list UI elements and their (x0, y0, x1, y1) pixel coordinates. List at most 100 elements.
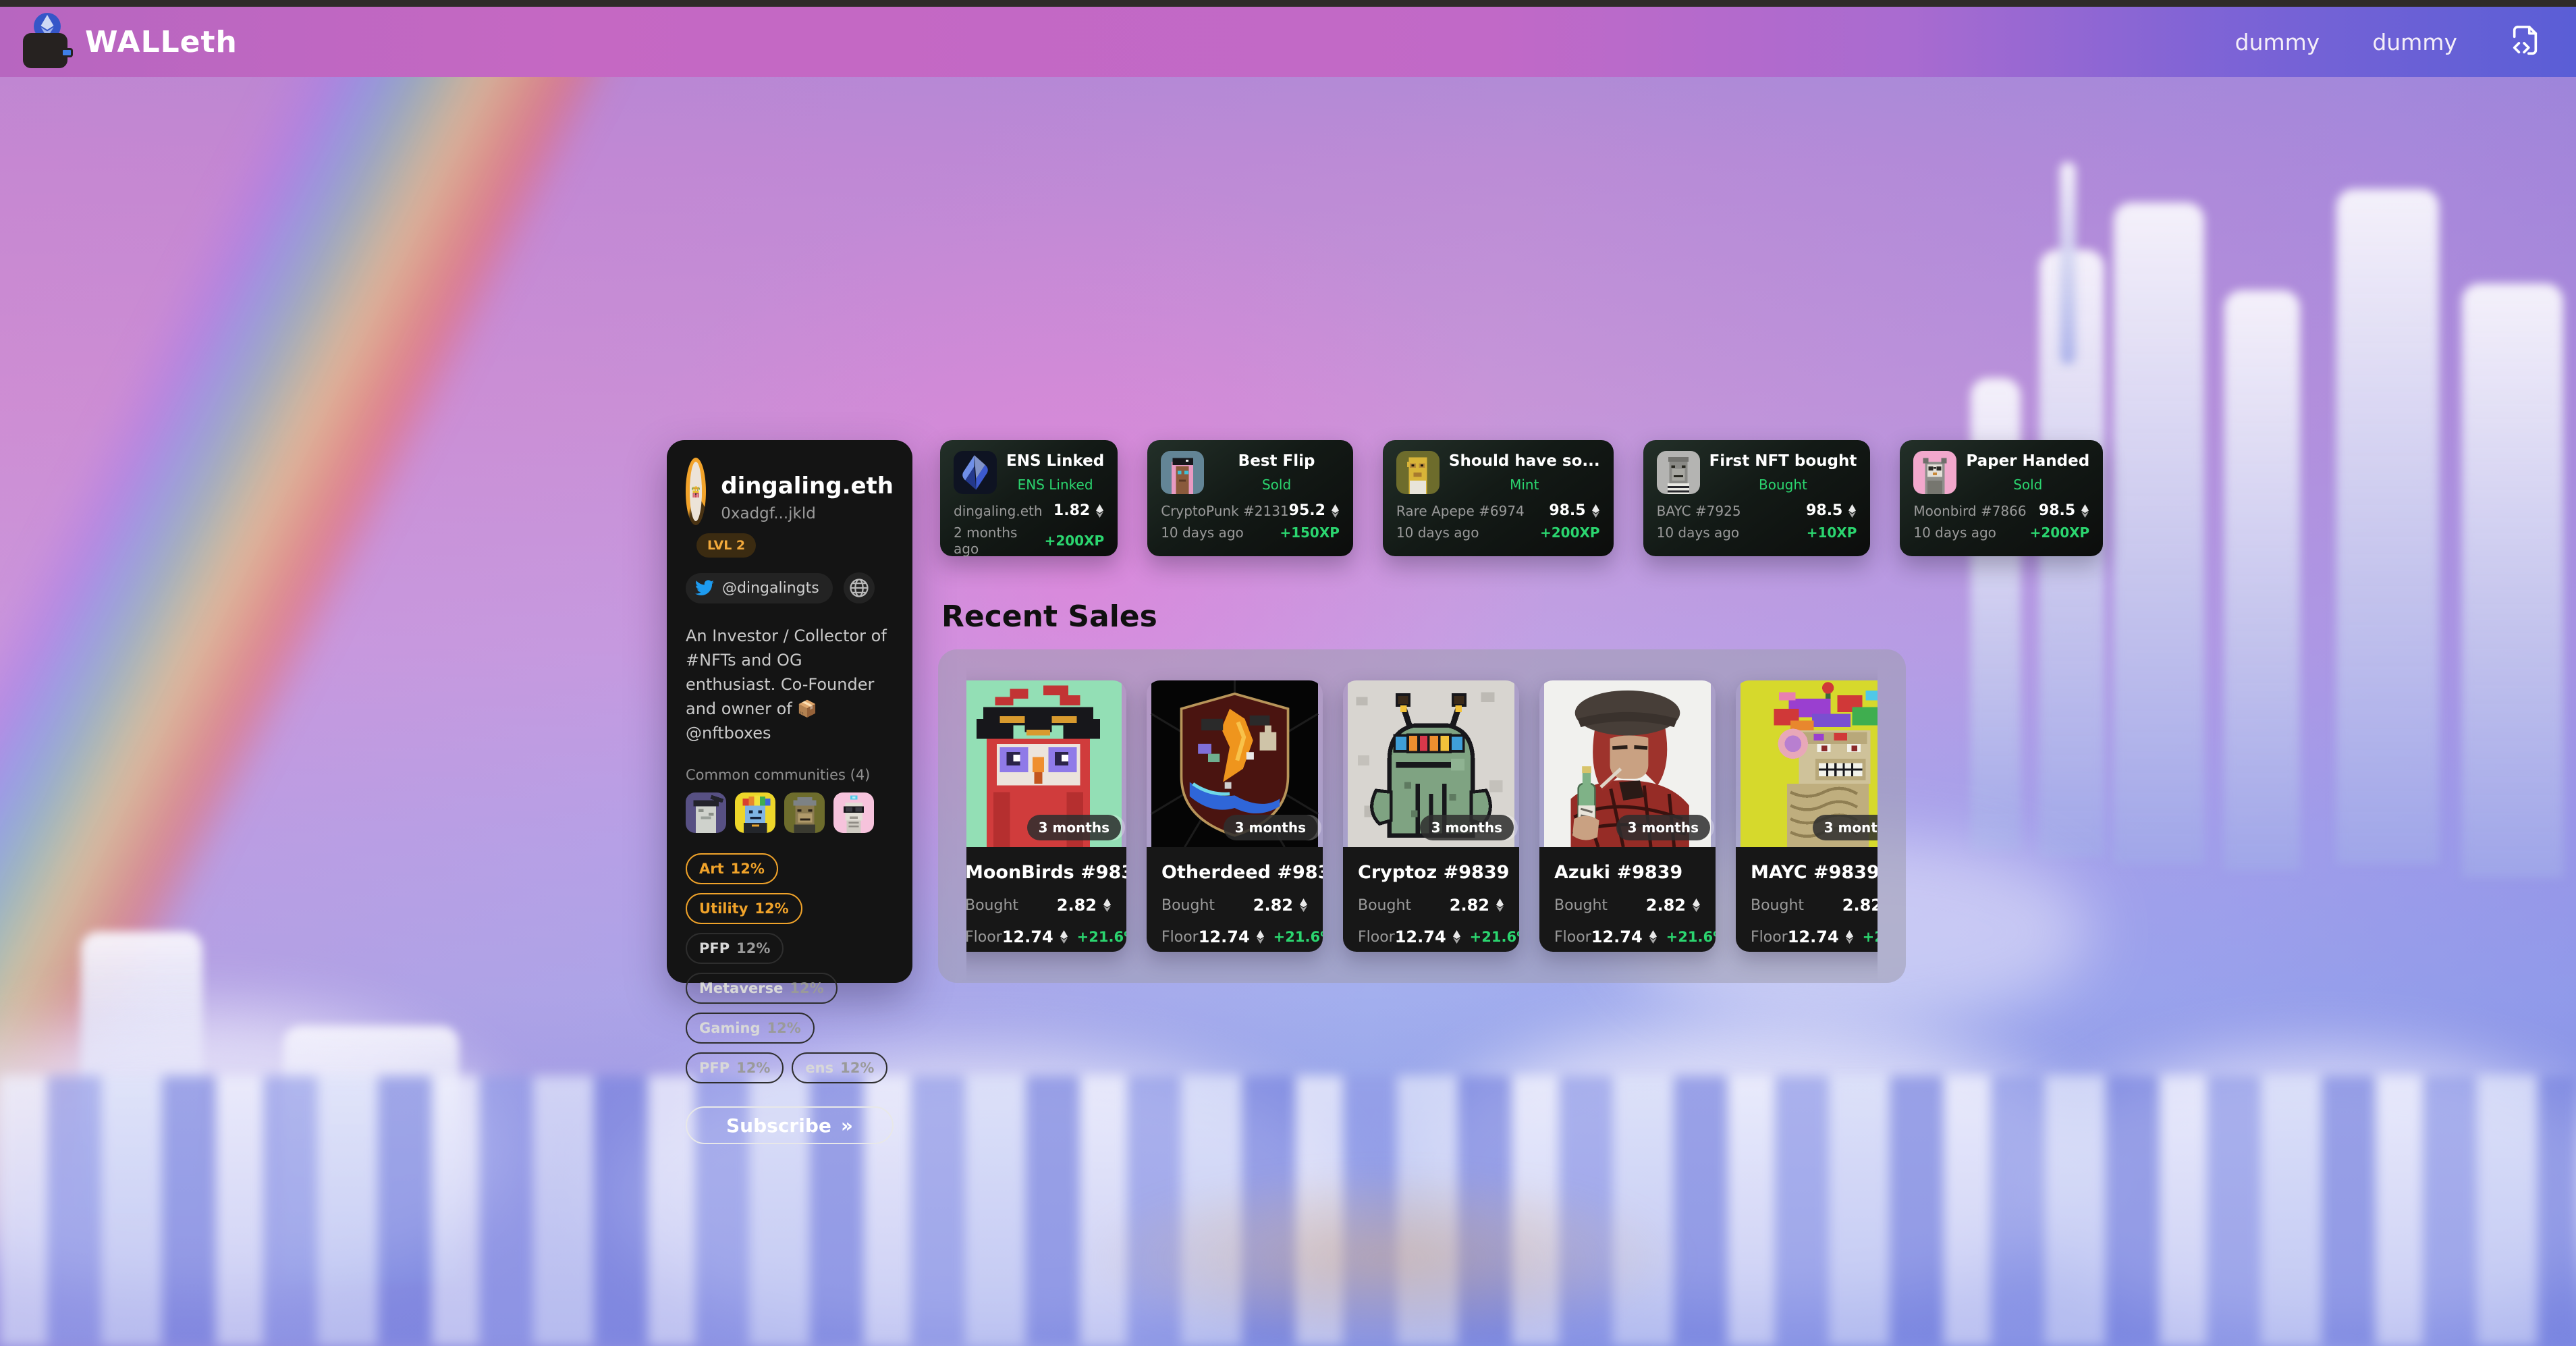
brand[interactable]: WALLeth (23, 13, 238, 71)
wallet-address[interactable]: 0xadgf...jkld (721, 505, 894, 522)
badge-value: 98.5 (1549, 502, 1585, 519)
sales-carousel[interactable]: 3 months MoonBirds #9839 Bought 2.82 Flo… (966, 649, 1878, 983)
community-avatar-rainbow[interactable] (735, 792, 775, 833)
sale-card-mayc[interactable]: 3 months MAYC #9839 Bought 2.82 Floor 12… (1736, 680, 1878, 952)
period-badge: 3 months (1027, 815, 1121, 840)
floor-change: +21.6% (1666, 929, 1716, 945)
subscribe-button[interactable]: Subscribe » (686, 1106, 894, 1144)
communities-row (686, 792, 894, 833)
tag-gaming[interactable]: Gaming12% (686, 1013, 815, 1044)
badge-time: 10 days ago (1657, 524, 1740, 541)
profile-bio: An Investor / Collector of #NFTs and OG … (686, 624, 894, 745)
badge-item: dingaling.eth (954, 503, 1043, 519)
website-button[interactable] (844, 572, 875, 603)
city-tower (2336, 189, 2439, 864)
tag-pct: 12% (736, 940, 770, 957)
badge-value: 95.2 (1289, 502, 1325, 519)
tag-label: PFP (699, 1060, 730, 1076)
floor-value: 12.74 (1591, 927, 1643, 946)
sale-name: MoonBirds #9839 (966, 862, 1112, 883)
badge-title: Best Flip (1213, 452, 1340, 470)
globe-icon (849, 578, 869, 598)
floor-value: 12.74 (1788, 927, 1839, 946)
badge-time: 2 months ago (954, 524, 1045, 557)
floor-change: +21.6% (1470, 929, 1519, 945)
cryptopunk-thumbnail (1161, 451, 1204, 494)
floor-label: Floor (1751, 929, 1788, 946)
badge-title: Should have so... (1449, 452, 1600, 470)
badge-card-paper-handed[interactable]: Paper Handed Sold Moonbird #7866 98.5 10… (1900, 440, 2103, 556)
city-tower (2462, 284, 2563, 878)
tag-label: ens (805, 1060, 833, 1076)
community-avatar-skeleton[interactable] (833, 792, 874, 833)
city-structure (283, 1026, 459, 1283)
badge-card-best-flip[interactable]: Best Flip Sold CryptoPunk #2131 95.2 10 … (1147, 440, 1353, 556)
sale-name: MAYC #9839 (1751, 862, 1878, 883)
page: WALLeth dummy dummy (0, 0, 2576, 1346)
period-badge: 3 months (1420, 815, 1514, 840)
twitter-handle: @dingalingts (722, 580, 819, 597)
rainbow-band (0, 0, 654, 1243)
nav-link-2[interactable]: dummy (2372, 29, 2457, 55)
badge-card-first-nft[interactable]: First NFT bought Bought BAYC #7925 98.5 … (1643, 440, 1871, 556)
eth-icon (1649, 930, 1657, 944)
badge-title: Paper Handed (1966, 452, 2089, 470)
profile-name: dingaling.eth (721, 473, 894, 500)
badge-status: Sold (1213, 477, 1340, 493)
level-progress-ring (686, 458, 706, 525)
sale-card-otherdeed[interactable]: 3 months Otherdeed #9839 Bought 2.82 Flo… (1147, 680, 1323, 952)
twitter-handle-pill[interactable]: @dingalingts (686, 573, 833, 603)
badge-status: Sold (1966, 477, 2089, 493)
sale-card-moonbirds[interactable]: 3 months MoonBirds #9839 Bought 2.82 Flo… (966, 680, 1126, 952)
tag-pct: 12% (731, 861, 765, 877)
twitter-icon (695, 580, 714, 596)
badge-time: 10 days ago (1161, 524, 1244, 541)
eth-icon (2081, 504, 2089, 518)
sale-card-cryptoz[interactable]: 3 months Cryptoz #9839 Bought 2.82 Floor… (1343, 680, 1519, 952)
floor-change: +21.6% (1077, 929, 1126, 945)
city-structure (81, 932, 202, 1215)
profile-card: dingaling.eth 0xadgf...jkld LVL 2 @dinga… (667, 440, 912, 983)
badge-card-ens-linked[interactable]: ENS Linked ENS Linked dingaling.eth 1.82… (940, 440, 1118, 556)
mayc-image: 3 months (1736, 680, 1878, 847)
badge-status: ENS Linked (1006, 477, 1104, 493)
badge-status: Bought (1709, 477, 1857, 493)
tag-pct: 12% (755, 900, 788, 917)
community-avatar-ape[interactable] (784, 792, 825, 833)
bayc-thumbnail (1657, 451, 1700, 494)
bought-label: Bought (1751, 897, 1804, 914)
tag-pfp-2[interactable]: PFP 12% (686, 1052, 784, 1083)
header: WALLeth dummy dummy (0, 7, 2576, 77)
tag-ens[interactable]: ens12% (792, 1052, 887, 1083)
profile-avatar[interactable] (690, 462, 702, 521)
subscribe-label: Subscribe (726, 1114, 831, 1137)
eth-icon (1496, 898, 1504, 912)
tag-pct: 12% (736, 1060, 770, 1076)
eth-icon (1331, 504, 1340, 518)
tag-utility[interactable]: Utility12% (686, 893, 802, 924)
document-code-icon[interactable] (2510, 25, 2541, 59)
floor-label: Floor (966, 929, 1002, 946)
floor-change: +21.6% (1863, 929, 1878, 945)
community-avatar-punk[interactable] (686, 792, 726, 833)
tag-label: Gaming (699, 1020, 760, 1036)
tag-label: PFP (699, 940, 730, 957)
moonbird-thumbnail (1913, 451, 1956, 494)
tag-art[interactable]: Art12% (686, 853, 778, 884)
cloud (2025, 1053, 2576, 1337)
badge-card-should-have[interactable]: Should have so... Mint Rare Apepe #6974 … (1383, 440, 1614, 556)
top-strip (0, 0, 2576, 7)
city-spire (2060, 162, 2076, 365)
tag-pfp[interactable]: PFP 12% (686, 933, 784, 964)
nav-link-1[interactable]: dummy (2235, 29, 2320, 55)
sale-card-azuki[interactable]: 3 months Azuki #9839 Bought 2.82 Floor 1… (1539, 680, 1716, 952)
badge-item: Rare Apepe #6974 (1396, 503, 1525, 519)
badge-time: 10 days ago (1913, 524, 1996, 541)
tag-metaverse[interactable]: Metaverse12% (686, 973, 838, 1004)
cloud (0, 1013, 506, 1296)
eth-icon (1591, 504, 1600, 518)
sale-name: Cryptoz #9839 (1358, 862, 1504, 883)
otherdeed-image: 3 months (1147, 680, 1323, 847)
badge-xp: +200XP (1045, 533, 1105, 549)
eth-icon (1060, 930, 1068, 944)
